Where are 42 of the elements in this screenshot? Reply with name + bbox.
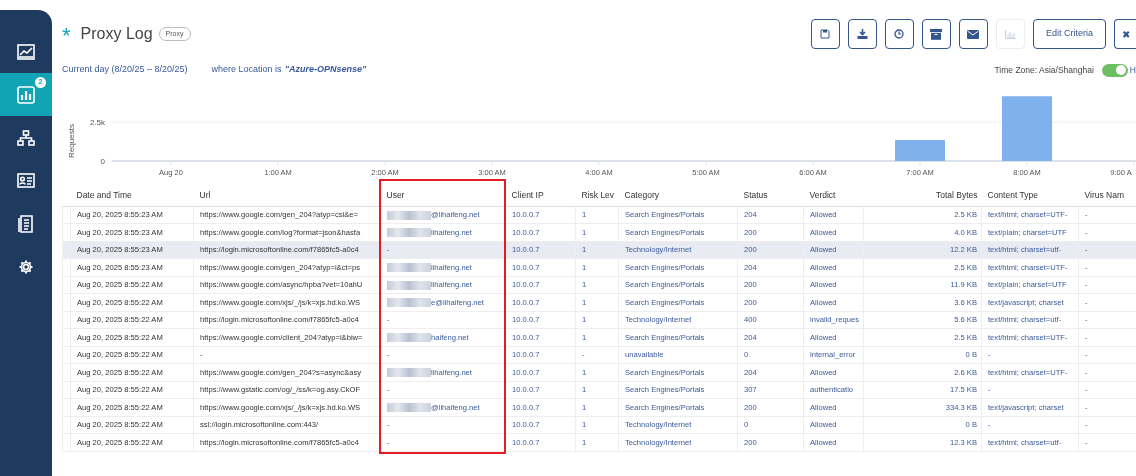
toolbar-button[interactable]	[885, 19, 914, 49]
envelope-icon	[967, 29, 980, 39]
column-header[interactable]: Category	[618, 185, 738, 206]
toolbar-button[interactable]	[959, 19, 988, 49]
save-icon	[820, 29, 831, 39]
network-icon	[17, 129, 35, 146]
axis-tick-label: 2.5k	[89, 118, 105, 128]
bar-chart-icon	[1005, 29, 1016, 39]
settings-icon	[18, 258, 34, 275]
edit-criteria-button[interactable]: Edit Criteria	[1033, 19, 1106, 49]
timezone-label: Time Zone: Asia/Shanghai	[994, 63, 1094, 77]
column-header[interactable]: Content Type	[981, 185, 1079, 206]
id-card-icon	[17, 173, 35, 188]
filter-condition: where Location is "Azure-OPNsense"	[211, 63, 367, 77]
column-header[interactable]: Client IP	[505, 185, 576, 206]
axis-title: Requests	[67, 124, 76, 158]
star-icon: *	[62, 25, 71, 43]
date-range-link[interactable]: Current day (8/20/25 – 8/20/25)	[62, 63, 188, 77]
column-header[interactable]: Url	[193, 185, 381, 206]
frame-chart-icon	[17, 43, 35, 60]
column-header[interactable]: Date and Time	[70, 185, 194, 206]
close-button[interactable]: ✖	[1114, 19, 1136, 49]
toggle-switch[interactable]	[1101, 63, 1128, 77]
clock-icon	[894, 29, 905, 39]
bar	[1002, 96, 1052, 161]
column-header[interactable]: Status	[737, 185, 804, 206]
bar-chart-icon	[17, 85, 35, 104]
toolbar-button[interactable]	[811, 19, 840, 49]
column-header[interactable]: Risk Lev	[575, 185, 619, 206]
download-icon	[857, 29, 868, 39]
toolbar-button[interactable]	[922, 19, 951, 49]
document-list-icon	[18, 214, 34, 233]
axis-tick-label: 0	[100, 157, 105, 166]
archive-box-icon	[930, 28, 943, 40]
page-title: Proxy Log	[80, 24, 153, 44]
column-header[interactable]: Verdict	[803, 185, 864, 206]
toolbar-button[interactable]	[848, 19, 877, 49]
column-header[interactable]: Total Bytes	[863, 185, 982, 206]
bar	[895, 140, 945, 161]
column-header[interactable]: Virus Nam	[1078, 185, 1136, 206]
column-header[interactable]: User	[380, 185, 506, 206]
toggle-label: H	[1129, 63, 1136, 77]
